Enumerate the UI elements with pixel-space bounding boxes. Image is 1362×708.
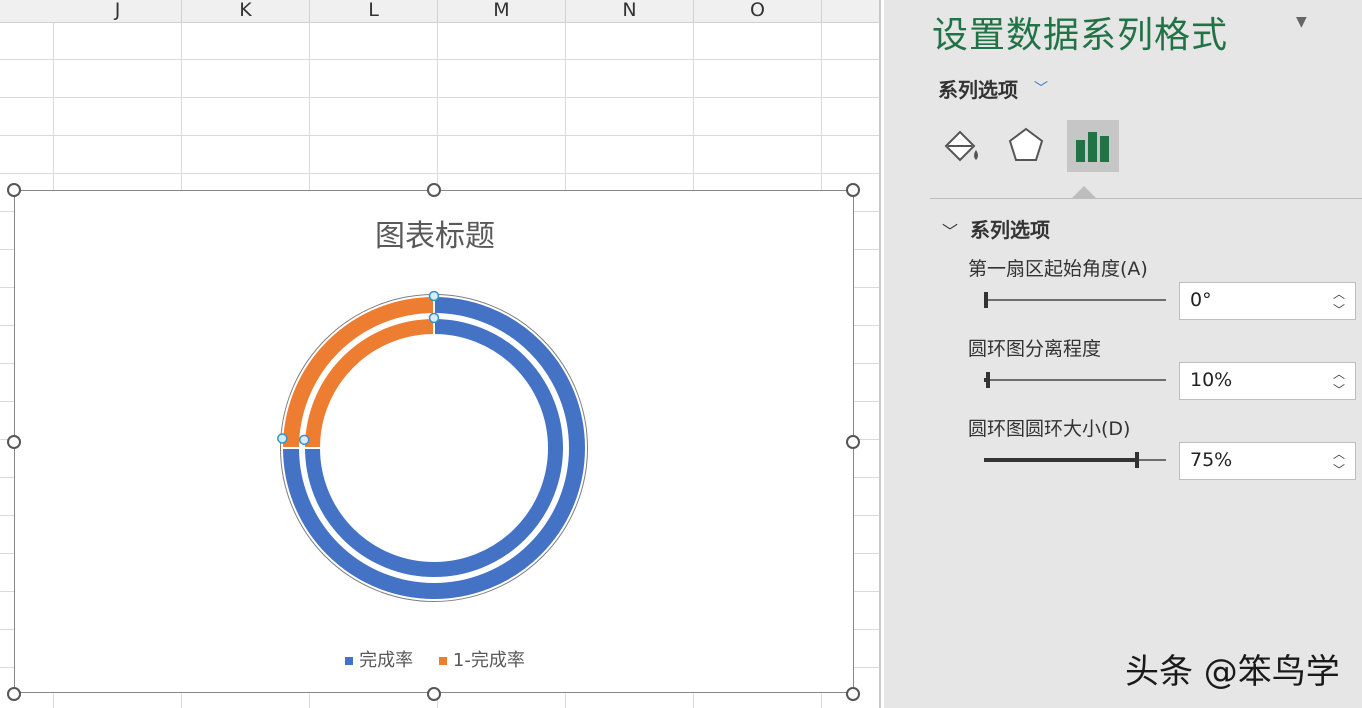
legend-label: 1-完成率 [452, 650, 525, 671]
doughnut-explosion-spinner[interactable]: 10% ︿ ﹀ [1179, 362, 1356, 400]
legend-item-remaining[interactable]: 1-完成率 [438, 646, 525, 672]
series-options-dropdown[interactable]: 系列选项 [938, 74, 1018, 103]
doughnut-hole-size-label: 圆环图圆环大小(D) [968, 418, 1131, 440]
legend-item-completion[interactable]: 完成率 [345, 646, 413, 672]
column-header-k[interactable]: K [182, 0, 310, 22]
spreadsheet[interactable]: J K L M N O 图表标题 完成率 1-完成率 [0, 0, 880, 708]
resize-handle-right[interactable] [846, 435, 860, 449]
watermark: 头条 @笨鸟学 [1125, 652, 1340, 692]
paint-bucket-icon [944, 130, 978, 162]
pane-options-dropdown-icon[interactable]: ▼ [1296, 14, 1307, 30]
pane-title: 设置数据系列格式 [932, 15, 1229, 56]
legend-swatch-blue [345, 657, 354, 665]
chevron-down-icon[interactable]: ﹀ [1333, 301, 1345, 318]
bar-chart-icon [1076, 132, 1109, 162]
doughnut-hole-size-slider[interactable] [984, 452, 1166, 468]
outer-ring-slice-remaining[interactable] [280, 294, 435, 449]
grid-line [0, 135, 880, 136]
format-data-series-pane: 设置数据系列格式 ▼ 系列选项 ﹀ ﹀ 系列选项 第一扇区起始角度(A) 0° … [884, 0, 1362, 708]
legend-label: 完成率 [359, 650, 414, 671]
series-options-tab[interactable] [1067, 120, 1119, 172]
spinner-value[interactable]: 0° [1190, 289, 1212, 311]
series-selection-point[interactable] [277, 433, 288, 444]
grid-line [0, 97, 880, 98]
column-header-n[interactable]: N [566, 0, 694, 22]
grid-line [0, 173, 880, 174]
chevron-up-icon[interactable]: ︿ [1333, 445, 1345, 462]
doughnut-chart[interactable]: 图表标题 完成率 1-完成率 [14, 190, 854, 693]
column-headers: J K L M N O [0, 0, 880, 23]
series-selection-point[interactable] [428, 290, 440, 302]
first-slice-angle-spinner[interactable]: 0° ︿ ﹀ [1179, 282, 1356, 320]
tab-pointer [1072, 186, 1096, 198]
chart-legend[interactable]: 完成率 1-完成率 [15, 646, 855, 672]
chart-plot[interactable] [15, 191, 855, 694]
column-header-m[interactable]: M [438, 0, 566, 22]
slider-thumb[interactable] [1134, 452, 1139, 468]
resize-handle-bottom[interactable] [427, 687, 441, 701]
chevron-up-icon[interactable]: ︿ [1333, 285, 1345, 302]
slider-thumb[interactable] [985, 372, 990, 388]
series-selection-point[interactable] [428, 312, 440, 324]
chevron-up-icon[interactable]: ︿ [1333, 365, 1345, 382]
series-selection-point[interactable] [299, 434, 310, 446]
tab-divider [930, 198, 1362, 199]
resize-handle-top-left[interactable] [7, 183, 21, 197]
spinner-value[interactable]: 75% [1190, 449, 1232, 471]
resize-handle-top[interactable] [427, 183, 441, 197]
column-header-l[interactable]: L [310, 0, 438, 22]
first-slice-angle-label: 第一扇区起始角度(A) [968, 258, 1148, 280]
chevron-down-icon[interactable]: ﹀ [1333, 381, 1345, 398]
collapse-chevron-icon[interactable]: ﹀ [942, 218, 958, 242]
resize-handle-bottom-left[interactable] [7, 687, 21, 701]
resize-handle-left[interactable] [7, 435, 21, 449]
grid-line [0, 59, 880, 60]
resize-handle-bottom-right[interactable] [846, 687, 860, 701]
doughnut-explosion-label: 圆环图分离程度 [968, 338, 1102, 360]
pentagon-icon [1008, 127, 1044, 161]
legend-swatch-orange [438, 657, 447, 665]
doughnut-hole-size-spinner[interactable]: 75% ︿ ﹀ [1179, 442, 1356, 480]
chevron-down-icon[interactable]: ﹀ [1034, 78, 1048, 98]
resize-handle-top-right[interactable] [846, 183, 860, 197]
effects-tab[interactable] [1000, 120, 1052, 172]
chevron-down-icon[interactable]: ﹀ [1333, 461, 1345, 478]
spinner-value[interactable]: 10% [1190, 369, 1232, 391]
slider-fill [984, 458, 1137, 462]
fill-line-tab[interactable] [936, 120, 988, 172]
section-header-series-options[interactable]: 系列选项 [970, 214, 1050, 243]
slider-thumb[interactable] [984, 292, 988, 308]
doughnut-explosion-slider[interactable] [984, 372, 1166, 388]
first-slice-angle-slider[interactable] [984, 292, 1166, 308]
inner-ring-slice-remaining[interactable] [302, 316, 435, 449]
column-header-j[interactable]: J [54, 0, 182, 22]
sheet-border [879, 0, 881, 708]
column-header-o[interactable]: O [694, 0, 822, 22]
